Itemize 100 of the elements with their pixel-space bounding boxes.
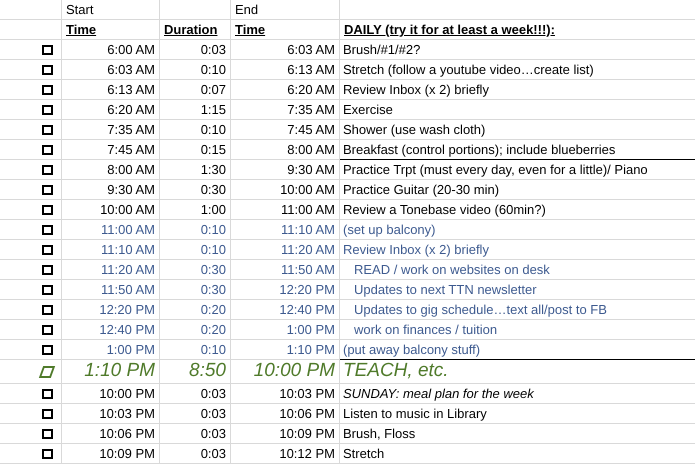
table-cell-text: 11:20 AM — [101, 260, 155, 279]
table-cell: Brush, Floss — [340, 424, 695, 444]
table-cell-text: 0:30 — [200, 180, 226, 199]
table-cell-text: 0:10 — [200, 220, 226, 239]
table-cell: Exercise — [340, 100, 695, 120]
table-cell: work on finances / tuition — [340, 320, 695, 340]
checkbox-icon — [42, 344, 53, 354]
checkbox-icon — [38, 366, 56, 378]
table-cell-text: 0:07 — [200, 80, 226, 99]
table-cell-text: 10:00 PM — [254, 359, 335, 384]
table-cell-text: 1:00 — [200, 200, 226, 219]
table-cell-text: 10:06 PM — [279, 404, 335, 423]
table-cell: Practice Guitar (20-30 min) — [340, 180, 695, 200]
table-cell-text: 1:00 PM — [106, 340, 155, 359]
table-cell: Updates to next TTN newsletter — [340, 280, 695, 300]
table-cell-text: 0:15 — [200, 140, 226, 159]
checkbox-icon — [42, 408, 53, 418]
table-cell-text: 12:20 PM — [279, 280, 335, 299]
table-cell-text: 1:10 PM — [286, 340, 335, 359]
table-cell-text: 12:40 PM — [279, 300, 335, 319]
table-cell-text: 12:40 PM — [99, 320, 155, 339]
table-cell: Brush/#1/#2? — [340, 40, 695, 60]
table-cell-text: 0:30 — [200, 260, 226, 279]
table-cell-text: 11:00 AM — [101, 220, 155, 239]
table-cell-text: 11:10 AM — [281, 220, 335, 239]
table-cell-text: 6:13 AM — [107, 80, 155, 99]
table-cell: Updates to gig schedule…text all/post to FB — [340, 300, 695, 320]
checkbox-icon — [42, 448, 53, 458]
column-group-label: End — [235, 0, 258, 19]
table-cell-text: 0:03 — [200, 384, 226, 403]
checkbox-icon — [42, 164, 53, 174]
checkbox-icon — [42, 84, 53, 94]
table-cell-text: 9:30 AM — [107, 180, 155, 199]
checkbox-icon — [42, 184, 53, 194]
table-cell-text: 10:00 PM — [99, 384, 155, 403]
table-cell-text: 0:10 — [200, 240, 226, 259]
table-cell-text: 11:50 AM — [101, 280, 155, 299]
table-cell-text: 7:35 AM — [107, 120, 155, 139]
column-header: Time — [66, 20, 96, 39]
table-cell-text: 0:03 — [200, 424, 226, 443]
table-cell-text: 6:13 AM — [287, 60, 335, 79]
table-cell-text: 7:45 AM — [107, 140, 155, 159]
table-cell-text: 9:30 AM — [287, 160, 335, 179]
checkbox-icon — [42, 64, 53, 74]
table-cell-text: 10:00 AM — [100, 200, 155, 219]
checkbox-icon — [42, 124, 53, 134]
table-cell: READ / work on websites on desk — [340, 260, 695, 280]
table-cell: Listen to music in Library — [340, 404, 695, 424]
table-cell-text: 10:06 PM — [99, 424, 155, 443]
table-cell-text: 11:00 AM — [281, 200, 335, 219]
table-cell-text: 10:09 PM — [279, 424, 335, 443]
table-cell: Practice Trpt (must every day, even for a little)/ Piano — [340, 160, 695, 180]
table-cell: Stretch — [340, 444, 695, 464]
table-cell-text: 6:03 AM — [107, 60, 155, 79]
table-cell-text: 11:50 AM — [281, 260, 335, 279]
table-cell-text: 8:50 — [189, 359, 226, 384]
table-cell-text: 0:20 — [200, 300, 226, 319]
table-cell-text: 11:20 AM — [281, 240, 335, 259]
table-cell-text: 0:30 — [200, 280, 226, 299]
table-cell-text: 0:03 — [200, 404, 226, 423]
checkbox-icon — [42, 324, 53, 334]
checkbox-icon — [42, 428, 53, 438]
table-cell-text: 0:10 — [200, 120, 226, 139]
table-cell-text: 0:10 — [200, 60, 226, 79]
checkbox-icon — [42, 44, 53, 54]
table-cell-text: 11:10 AM — [101, 240, 155, 259]
table-cell: Stretch (follow a youtube video…create list) — [340, 60, 695, 80]
table-cell: Review a Tonebase video (60min?) — [340, 200, 695, 220]
checkbox-icon — [42, 284, 53, 294]
table-cell: Review Inbox (x 2) briefly — [340, 80, 695, 100]
column-header: Time — [235, 20, 266, 39]
column-group-label: Start — [66, 0, 94, 19]
table-cell-text: 10:00 AM — [280, 180, 335, 199]
table-cell-text: 7:35 AM — [287, 100, 335, 119]
table-cell-text: 10:12 PM — [279, 444, 335, 463]
table-cell-text: 7:45 AM — [287, 120, 335, 139]
table-cell-text: 6:20 AM — [287, 80, 335, 99]
column-header: DAILY (try it for at least a week!!!): — [344, 20, 555, 39]
table-cell-text: 1:30 — [200, 160, 226, 179]
table-cell: SUNDAY: meal plan for the week — [340, 384, 695, 404]
table-cell: (set up balcony) — [340, 220, 695, 240]
checkbox-icon — [42, 204, 53, 214]
column-header: Duration — [164, 20, 218, 39]
table-cell-text: 6:03 AM — [287, 40, 335, 59]
table-cell-text: 6:20 AM — [107, 100, 155, 119]
table-cell-text: 10:03 PM — [279, 384, 335, 403]
table-cell-text: 8:00 AM — [287, 140, 335, 159]
table-cell: Shower (use wash cloth) — [340, 120, 695, 140]
checkbox-icon — [42, 304, 53, 314]
table-cell: Review Inbox (x 2) briefly — [340, 240, 695, 260]
checkbox-icon — [42, 104, 53, 114]
table-cell-text: 0:20 — [200, 320, 226, 339]
table-cell-text: 8:00 AM — [107, 160, 155, 179]
table-cell-text: 1:10 PM — [84, 359, 155, 384]
table-cell: Breakfast (control portions); include blueberries — [340, 140, 695, 160]
table-cell-text: 10:03 PM — [99, 404, 155, 423]
table-cell: TEACH, etc. — [340, 360, 695, 384]
checkbox-icon — [42, 144, 53, 154]
table-cell: (put away balcony stuff) — [340, 340, 695, 360]
table-cell-text: 6:00 AM — [107, 40, 155, 59]
